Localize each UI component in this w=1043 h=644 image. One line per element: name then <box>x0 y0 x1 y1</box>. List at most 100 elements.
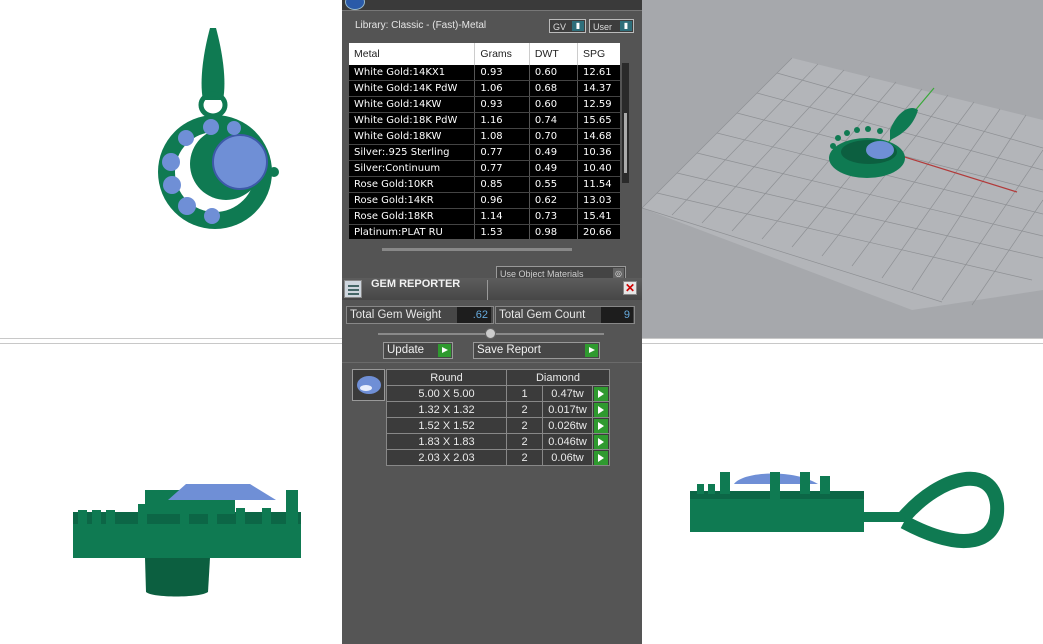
gem-shape-header: Round <box>386 369 507 386</box>
gem-row-play-button[interactable] <box>592 385 610 402</box>
save-report-button[interactable]: Save Report <box>473 342 600 359</box>
gem-size-cell: 1.52 X 1.52 <box>386 417 507 434</box>
play-icon <box>594 418 608 433</box>
total-gem-weight-value: .62 <box>457 307 491 323</box>
metal-cell: White Gold:14KX1 <box>349 65 476 81</box>
gem-weight-cell: 0.06tw <box>542 449 593 466</box>
update-button[interactable]: Update <box>383 342 453 359</box>
dwt-cell: 0.73 <box>529 208 578 225</box>
table-row[interactable]: Rose Gold:10KR 0.85 0.55 11.54 <box>349 176 620 193</box>
table-row: 5.00 X 5.00 1 0.47tw <box>386 385 610 402</box>
table-row[interactable]: Silver:Continuum 0.77 0.49 10.40 <box>349 160 620 177</box>
save-report-button-label: Save Report <box>477 344 541 356</box>
spg-cell: 10.40 <box>577 160 620 177</box>
table-row[interactable]: Rose Gold:18KR 1.14 0.73 15.41 <box>349 208 620 225</box>
gem-row-play-button[interactable] <box>592 401 610 418</box>
play-icon <box>594 450 608 465</box>
viewport-perspective[interactable] <box>642 0 1043 338</box>
dwt-cell: 0.60 <box>529 96 578 113</box>
pendant-right-view <box>690 471 1005 548</box>
gem-size-cell: 2.03 X 2.03 <box>386 449 507 466</box>
play-icon <box>438 344 451 357</box>
metal-cell: White Gold:18KW <box>349 128 476 145</box>
gem-table-header: Round Diamond <box>386 369 610 386</box>
round-gem-icon <box>357 376 381 394</box>
gem-size-cell: 1.83 X 1.83 <box>386 433 507 450</box>
gem-weight-cell: 0.017tw <box>542 401 593 418</box>
table-row[interactable]: Rose Gold:14KR 0.96 0.62 13.03 <box>349 192 620 209</box>
spg-cell: 11.54 <box>577 176 620 193</box>
spg-cell: 20.66 <box>577 224 620 239</box>
update-button-label: Update <box>387 344 425 356</box>
gv-select-label: GV <box>553 22 567 32</box>
dwt-cell: 0.70 <box>529 128 578 145</box>
gem-reporter-title: GEM REPORTER <box>371 278 461 290</box>
grams-cell: 1.06 <box>474 80 530 97</box>
perspective-grid-view <box>642 57 1043 310</box>
gem-count-cell: 2 <box>506 417 543 434</box>
metal-table-scrollbar[interactable] <box>622 63 629 183</box>
metal-table-hscrollbar[interactable] <box>382 248 572 251</box>
viewport-right[interactable] <box>642 344 1043 644</box>
scrollbar-thumb[interactable] <box>624 113 627 173</box>
gem-size-cell: 1.32 X 1.32 <box>386 401 507 418</box>
gem-count-cell: 2 <box>506 433 543 450</box>
table-row[interactable]: White Gold:18K PdW 1.16 0.74 15.65 <box>349 112 620 129</box>
table-row[interactable]: White Gold:14KW 0.93 0.60 12.59 <box>349 96 620 113</box>
panel-slider-knob[interactable] <box>485 328 496 339</box>
table-row[interactable]: Platinum:PLAT RU 1.53 0.98 20.66 <box>349 224 620 239</box>
table-row: 1.83 X 1.83 2 0.046tw <box>386 433 610 450</box>
column-header-dwt[interactable]: DWT <box>529 43 578 65</box>
play-icon <box>594 386 608 401</box>
table-row[interactable]: White Gold:14K PdW 1.06 0.68 14.37 <box>349 80 620 97</box>
panel-divider <box>342 362 642 363</box>
column-header-spg[interactable]: SPG <box>577 43 620 65</box>
metal-cell: White Gold:18K PdW <box>349 112 476 129</box>
title-tab-divider <box>487 280 488 300</box>
dropdown-arrow-icon: ▮ <box>620 21 632 31</box>
metal-cell: White Gold:14K PdW <box>349 80 476 97</box>
spg-cell: 14.68 <box>577 128 620 145</box>
metal-table[interactable]: Metal Grams DWT SPG White Gold:14KX1 0.93… <box>349 43 620 239</box>
pendant-top-view <box>158 28 279 229</box>
total-gem-count-value: 9 <box>601 307 633 323</box>
library-header: Library: Classic - (Fast)-Metal <box>355 20 487 31</box>
dwt-cell: 0.49 <box>529 160 578 177</box>
gem-row-play-button[interactable] <box>592 433 610 450</box>
table-row: 2.03 X 2.03 2 0.06tw <box>386 449 610 466</box>
grams-cell: 1.53 <box>474 224 530 239</box>
dwt-cell: 0.98 <box>529 224 578 239</box>
spg-cell: 15.65 <box>577 112 620 129</box>
gem-thumbnail[interactable] <box>352 369 385 401</box>
column-header-grams[interactable]: Grams <box>474 43 530 65</box>
viewport-top[interactable] <box>0 0 342 338</box>
spg-cell: 13.03 <box>577 192 620 209</box>
column-header-metal[interactable]: Metal <box>349 43 476 65</box>
table-row[interactable]: White Gold:14KX1 0.93 0.60 12.61 <box>349 65 620 81</box>
close-icon[interactable]: ✕ <box>623 281 637 295</box>
gem-size-cell: 5.00 X 5.00 <box>386 385 507 402</box>
metal-cell: Silver:.925 Sterling <box>349 144 476 161</box>
gem-reporter-panel: GEM REPORTER ✕ Total Gem Weight .62 Tota… <box>342 278 642 644</box>
gem-count-cell: 2 <box>506 449 543 466</box>
gem-row-play-button[interactable] <box>592 449 610 466</box>
viewport-front[interactable] <box>0 344 342 644</box>
metal-cell: Rose Gold:14KR <box>349 192 476 209</box>
gem-reporter-titlebar[interactable]: GEM REPORTER ✕ <box>342 278 642 300</box>
dwt-cell: 0.49 <box>529 144 578 161</box>
play-icon <box>585 344 598 357</box>
user-select[interactable]: User ▮ <box>589 19 634 33</box>
table-row: 1.52 X 1.52 2 0.026tw <box>386 417 610 434</box>
gv-select[interactable]: GV ▮ <box>549 19 586 33</box>
spg-cell: 12.61 <box>577 65 620 81</box>
play-icon <box>594 434 608 449</box>
gem-row-play-button[interactable] <box>592 417 610 434</box>
spg-cell: 15.41 <box>577 208 620 225</box>
table-row: 1.32 X 1.32 2 0.017tw <box>386 401 610 418</box>
table-row[interactable]: White Gold:18KW 1.08 0.70 14.68 <box>349 128 620 145</box>
table-row[interactable]: Silver:.925 Sterling 0.77 0.49 10.36 <box>349 144 620 161</box>
metal-cell: Rose Gold:10KR <box>349 176 476 193</box>
spg-cell: 14.37 <box>577 80 620 97</box>
grams-cell: 1.08 <box>474 128 530 145</box>
metal-cell: Platinum:PLAT RU <box>349 224 476 239</box>
